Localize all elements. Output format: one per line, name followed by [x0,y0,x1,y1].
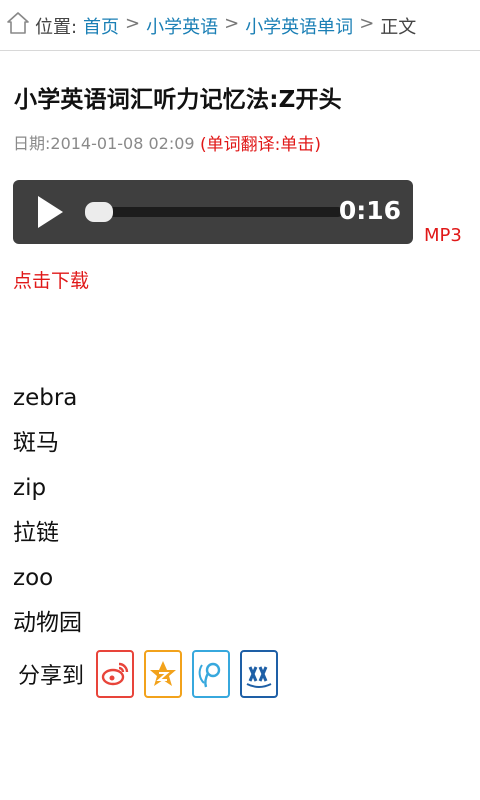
word-chinese: 斑马 [13,430,59,456]
word-list: zebra 斑马 zip 拉链 zoo 动物园 [13,382,82,652]
breadcrumb-label: 位置: [35,17,78,38]
word-english[interactable]: zoo [13,562,82,607]
home-icon[interactable] [6,11,30,35]
breadcrumb: 首页 > 小学英语 > 小学英语单词 > 正文 [83,13,416,39]
breadcrumb-separator: > [224,13,240,34]
breadcrumb-home-link[interactable]: 首页 [83,13,119,39]
word-chinese: 拉链 [13,520,59,546]
translation-hint: (单词翻译:单击) [200,135,321,155]
weibo-icon[interactable] [96,650,135,698]
breadcrumb-current: 正文 [380,17,417,38]
word-chinese: 动物园 [13,610,82,636]
breadcrumb-separator: > [125,13,141,34]
tencent-weibo-icon[interactable] [192,650,231,698]
share-label: 分享到 [18,664,85,689]
renren-icon[interactable] [240,650,279,698]
qzone-icon[interactable] [144,650,183,698]
breadcrumb-separator: > [359,13,375,34]
audio-player: 0:16 [13,180,413,244]
page-title: 小学英语词汇听力记忆法:Z开头 [14,87,342,113]
seek-thumb[interactable] [85,202,113,222]
breadcrumb-primary-english-link[interactable]: 小学英语 [146,13,218,39]
play-icon[interactable] [35,194,65,230]
playback-time: 0:16 [338,196,401,225]
seek-bar[interactable] [85,202,343,222]
word-english[interactable]: zip [13,472,82,517]
word-english[interactable]: zebra [13,382,82,427]
publish-date: 日期:2014-01-08 02:09 [13,134,195,153]
breadcrumb-vocabulary-link[interactable]: 小学英语单词 [245,13,353,39]
share-bar: 分享到 [18,650,288,698]
breadcrumb-bar: 位置: 首页 > 小学英语 > 小学英语单词 > 正文 [0,0,480,51]
download-link[interactable]: 点击下载 [13,266,89,293]
mp3-label: MP3 [424,225,462,246]
